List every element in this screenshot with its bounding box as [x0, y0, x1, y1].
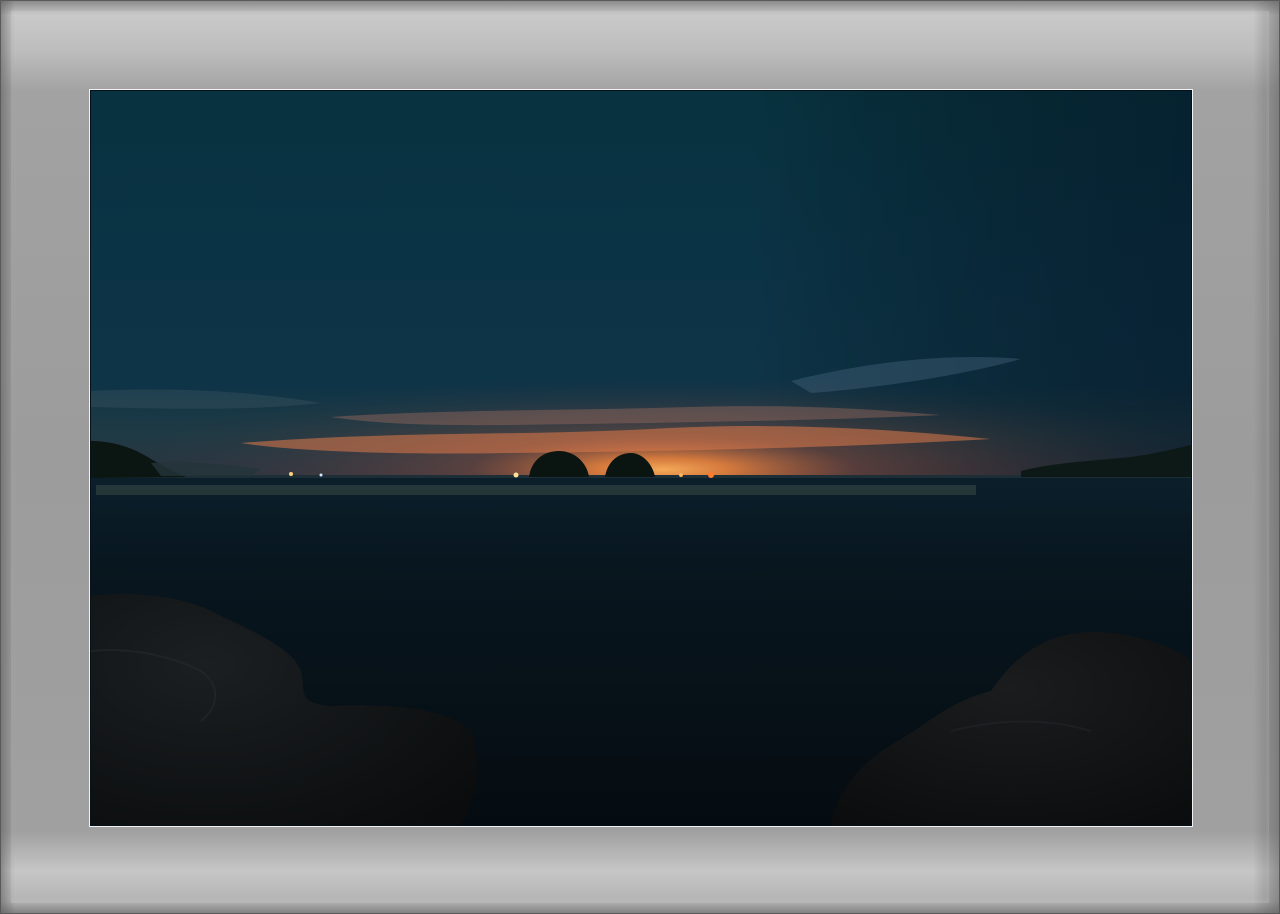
picture-frame: [0, 0, 1280, 914]
photo: [89, 89, 1193, 827]
sunset-glow: [91, 291, 1191, 481]
seascape-image: [91, 91, 1191, 825]
